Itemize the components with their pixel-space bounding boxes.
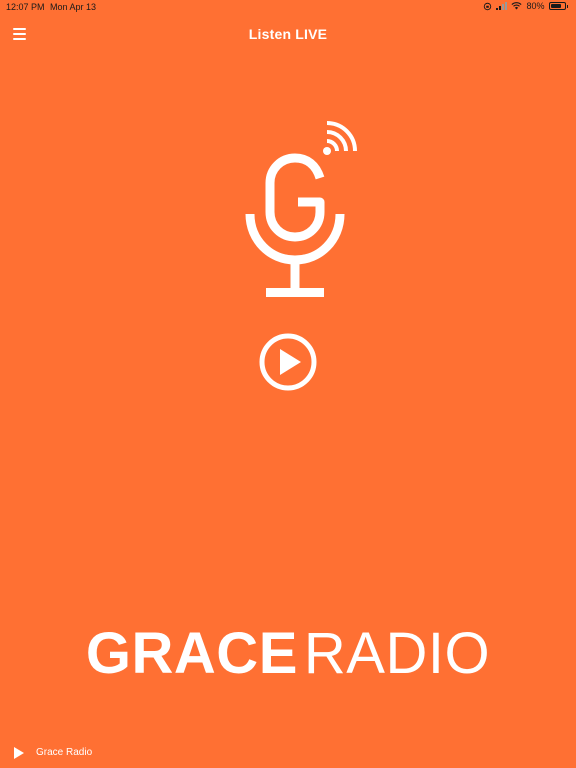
play-button[interactable] xyxy=(258,332,318,392)
brand-word-radio: RADIO xyxy=(303,621,491,686)
page-title: Listen LIVE xyxy=(248,26,328,42)
brand-word-grace: GRACE xyxy=(85,621,298,686)
status-time: 12:07 PM xyxy=(6,2,45,12)
battery-icon xyxy=(548,2,566,10)
status-bar: 12:07 PM Mon Apr 13 80% xyxy=(0,0,576,16)
battery-fill xyxy=(550,4,561,8)
microphone-logo-icon xyxy=(240,116,364,306)
signal-icon xyxy=(496,2,508,10)
status-date: Mon Apr 13 xyxy=(50,2,97,12)
navigation-bar: Listen LIVE xyxy=(0,16,576,56)
wifi-icon xyxy=(511,2,523,10)
rotation-lock-icon xyxy=(483,2,492,11)
mini-player: Grace Radio xyxy=(0,738,576,768)
status-indicators: 80% xyxy=(483,1,568,11)
mini-player-station-name: Grace Radio xyxy=(36,747,93,758)
brand-wordmark: GRACE RADIO xyxy=(0,622,576,686)
battery-tip xyxy=(566,4,568,8)
play-circle-icon xyxy=(259,333,317,391)
play-icon[interactable] xyxy=(12,746,26,760)
battery-percent: 80% xyxy=(526,1,545,11)
